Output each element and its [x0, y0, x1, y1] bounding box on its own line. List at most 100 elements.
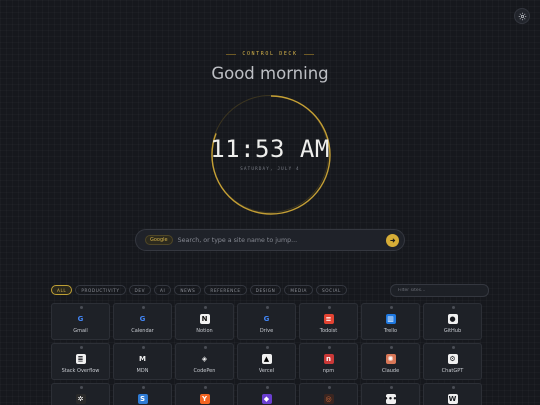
- site-tile[interactable]: ◎: [299, 383, 358, 405]
- clock-date: SATURDAY, JULY 4: [240, 166, 300, 171]
- site-label: Drive: [259, 328, 274, 334]
- site-tile[interactable]: Y: [175, 383, 234, 405]
- mdn-icon: M: [139, 354, 146, 363]
- search-engine-badge[interactable]: Google: [145, 235, 173, 245]
- site-tile[interactable]: ≡ Todoist: [299, 303, 358, 340]
- filter-chip-social[interactable]: SOCIAL: [315, 285, 347, 295]
- status-dot: [328, 386, 331, 389]
- trello-icon: ▥: [385, 314, 396, 324]
- site-tile[interactable]: ⚙ ChatGPT: [423, 343, 482, 380]
- status-dot: [266, 306, 269, 309]
- site-label: Todoist: [319, 328, 338, 334]
- app-icon: ✲: [75, 394, 86, 404]
- site-label: GitHub: [443, 328, 462, 334]
- vercel-icon: ▲: [261, 354, 272, 364]
- site-label: Claude: [381, 368, 400, 374]
- site-label: CodePen: [193, 368, 216, 374]
- site-tile[interactable]: W: [423, 383, 482, 405]
- app-icon: ◎: [323, 394, 334, 404]
- status-dot: [328, 306, 331, 309]
- site-tile[interactable]: N Notion: [175, 303, 234, 340]
- status-dot: [142, 386, 145, 389]
- filter-chip-ai[interactable]: AI: [154, 285, 172, 295]
- site-label: MDN: [136, 368, 149, 374]
- category-filters: ALL PRODUCTIVITY DEV AI NEWS REFERENCE DESIGN M…: [51, 285, 347, 295]
- site-label: npm: [322, 368, 335, 374]
- divider: [303, 53, 314, 55]
- google-icon: G: [77, 314, 84, 323]
- gear-icon: [518, 12, 526, 20]
- notion-icon: N: [199, 314, 210, 324]
- site-tile[interactable]: S: [113, 383, 172, 405]
- github-icon: ●: [447, 314, 458, 324]
- site-label: Trello: [383, 328, 398, 334]
- codepen-icon: ◈: [201, 354, 208, 363]
- eyebrow: CONTROL DECK: [0, 51, 540, 57]
- site-tile[interactable]: ≣ Stack Overflow: [51, 343, 110, 380]
- npm-icon: n: [323, 354, 334, 364]
- eyebrow-label: CONTROL DECK: [242, 51, 298, 57]
- status-dot: [328, 346, 331, 349]
- site-tile[interactable]: n npm: [299, 343, 358, 380]
- site-label: Notion: [196, 328, 213, 334]
- status-dot: [452, 306, 455, 309]
- google-icon: G: [139, 314, 146, 323]
- search-submit-button[interactable]: [386, 233, 399, 247]
- todoist-icon: ≡: [323, 314, 334, 324]
- site-tile[interactable]: ◆: [237, 383, 296, 405]
- app-icon: W: [447, 394, 458, 404]
- site-tile[interactable]: ▥ Trello: [361, 303, 420, 340]
- site-label: Vercel: [258, 368, 275, 374]
- filter-chip-dev[interactable]: DEV: [128, 285, 152, 295]
- site-tile[interactable]: ✲: [51, 383, 110, 405]
- search-bar: Google: [135, 229, 405, 251]
- status-dot: [80, 306, 83, 309]
- site-tile[interactable]: G Drive: [237, 303, 296, 340]
- filter-chip-all[interactable]: ALL: [51, 285, 73, 295]
- settings-button[interactable]: [514, 8, 530, 24]
- app-icon: ◆: [261, 394, 272, 404]
- status-dot: [204, 346, 207, 349]
- status-dot: [204, 306, 207, 309]
- status-dot: [452, 346, 455, 349]
- site-tile[interactable]: M MDN: [113, 343, 172, 380]
- status-dot: [142, 306, 145, 309]
- status-dot: [80, 386, 83, 389]
- greeting: Good morning: [211, 64, 329, 83]
- stackoverflow-icon: ≣: [75, 354, 86, 364]
- status-dot: [452, 386, 455, 389]
- site-grid: G Gmail G Calendar N Notion G Drive ≡ Todoist ▥ Tre…: [51, 303, 482, 405]
- app-icon: S: [137, 394, 148, 404]
- search-input[interactable]: [177, 236, 386, 244]
- divider: [226, 53, 237, 55]
- filter-chip-news[interactable]: NEWS: [174, 285, 202, 295]
- status-dot: [390, 306, 393, 309]
- app-icon: •••: [383, 394, 398, 404]
- site-tile[interactable]: G Gmail: [51, 303, 110, 340]
- site-tile[interactable]: G Calendar: [113, 303, 172, 340]
- clock-time: 11:53 AM: [210, 135, 330, 163]
- chatgpt-icon: ⚙: [447, 354, 458, 364]
- filter-chip-design[interactable]: DESIGN: [249, 285, 282, 295]
- site-tile[interactable]: •••: [361, 383, 420, 405]
- filter-sites-input[interactable]: [390, 284, 489, 297]
- status-dot: [390, 346, 393, 349]
- filter-chip-media[interactable]: MEDIA: [284, 285, 313, 295]
- site-label: Stack Overflow: [61, 368, 100, 374]
- site-label: Gmail: [73, 328, 88, 334]
- google-icon: G: [263, 314, 270, 323]
- status-dot: [266, 346, 269, 349]
- status-dot: [266, 386, 269, 389]
- site-label: ChatGPT: [441, 368, 464, 374]
- arrow-right-icon: [390, 237, 396, 243]
- filter-chip-reference[interactable]: REFERENCE: [204, 285, 247, 295]
- filter-chip-productivity[interactable]: PRODUCTIVITY: [75, 285, 126, 295]
- status-dot: [390, 386, 393, 389]
- status-dot: [80, 346, 83, 349]
- site-tile[interactable]: ▲ Vercel: [237, 343, 296, 380]
- app-icon: Y: [199, 394, 210, 404]
- site-tile[interactable]: ◈ CodePen: [175, 343, 234, 380]
- site-tile[interactable]: ● GitHub: [423, 303, 482, 340]
- site-tile[interactable]: ✺ Claude: [361, 343, 420, 380]
- status-dot: [204, 386, 207, 389]
